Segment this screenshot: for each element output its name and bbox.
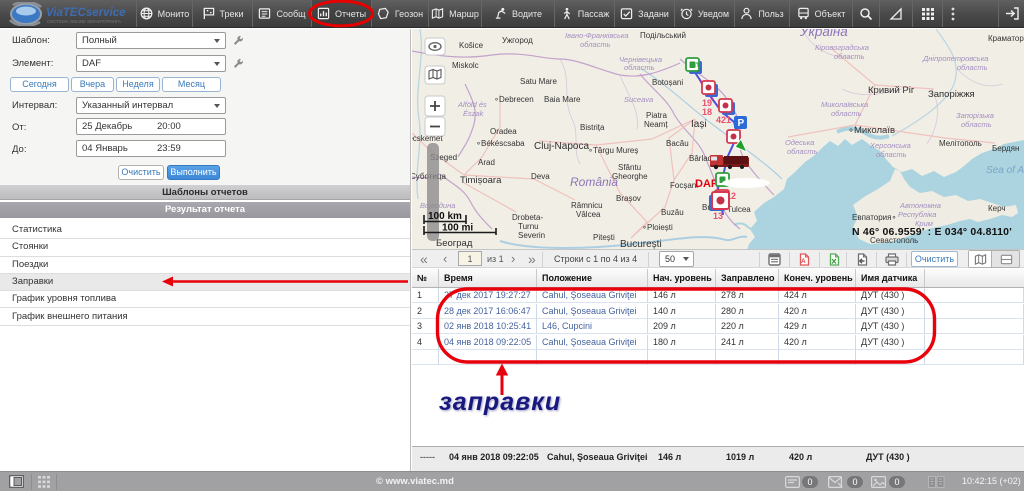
svg-text:Botoșani: Botoșani <box>652 78 683 87</box>
svg-text:область: область <box>831 109 862 118</box>
svg-text:Timișoara: Timișoara <box>460 175 502 186</box>
svg-text:DAF: DAF <box>695 178 718 190</box>
svg-text:Észak: Észak <box>463 109 485 118</box>
svg-text:Pitești: Pitești <box>593 233 615 242</box>
svg-text:Brașov: Brașov <box>616 194 641 203</box>
svg-text:Україна: Україна <box>799 29 848 39</box>
svg-text:Ужгород: Ужгород <box>502 36 533 45</box>
svg-text:Краматор: Краматор <box>988 34 1024 43</box>
svg-text:∘Ploiești: ∘Ploiești <box>642 223 673 232</box>
svg-text:Neamț: Neamț <box>644 120 668 129</box>
svg-text:421: 421 <box>716 115 731 125</box>
svg-text:Sea of A: Sea of A <box>986 165 1024 176</box>
svg-text:A: A <box>801 258 806 265</box>
svg-text:Baia Mare: Baia Mare <box>544 95 581 104</box>
svg-text:N 46° 06.9559' : E 034° 04.811: N 46° 06.9559' : E 034° 04.8110' <box>852 226 1012 238</box>
svg-text:Drobeta-: Drobeta- <box>512 213 543 222</box>
svg-text:Iași: Iași <box>691 119 707 130</box>
svg-text:Buzău: Buzău <box>661 208 684 217</box>
svg-text:Bistrița: Bistrița <box>580 123 605 132</box>
svg-text:100 km: 100 km <box>428 211 462 222</box>
svg-text:Автономна: Автономна <box>899 201 941 210</box>
svg-text:13: 13 <box>713 211 723 221</box>
svg-text:Bacău: Bacău <box>666 139 689 148</box>
svg-text:область: область <box>957 63 988 72</box>
svg-text:România: România <box>570 175 618 189</box>
svg-text:Košice: Košice <box>459 41 484 50</box>
svg-text:Одеська: Одеська <box>785 138 814 147</box>
svg-text:18: 18 <box>702 107 712 117</box>
svg-text:Миколаївська: Миколаївська <box>821 100 868 109</box>
svg-text:Tulcea: Tulcea <box>727 205 751 214</box>
svg-text:∘Debrecen: ∘Debrecen <box>494 95 534 104</box>
svg-text:Республіка: Республіка <box>898 210 936 219</box>
svg-text:∘Миколаїв: ∘Миколаїв <box>848 125 895 136</box>
svg-text:СИСТЕМА ONLINE МОНИТОРИНГА: СИСТЕМА ONLINE МОНИТОРИНГА <box>47 19 121 24</box>
svg-text:Дніпропетровська: Дніпропетровська <box>922 54 988 63</box>
svg-text:Cluj-Napoca: Cluj-Napoca <box>534 141 589 152</box>
svg-text:Alföld és: Alföld és <box>457 100 487 109</box>
svg-text:∘Târgu Mureș: ∘Târgu Mureș <box>588 146 638 155</box>
svg-text:Deva: Deva <box>531 172 550 181</box>
svg-text:Focșani: Focșani <box>670 181 698 190</box>
svg-text:București: București <box>620 239 662 249</box>
svg-text:Piatra: Piatra <box>646 111 667 120</box>
svg-text:100 mi: 100 mi <box>442 223 473 234</box>
svg-text:область: область <box>961 120 992 129</box>
svg-text:Кіровоградська: Кіровоградська <box>815 43 869 52</box>
svg-text:Мелітополь: Мелітополь <box>939 139 982 148</box>
svg-text:область: область <box>580 40 611 49</box>
svg-text:∘Békéscsaba: ∘Békéscsaba <box>476 139 525 148</box>
svg-text:Vâlcea: Vâlcea <box>576 210 601 219</box>
svg-text:область: область <box>624 63 655 72</box>
svg-text:Oradea: Oradea <box>490 127 517 136</box>
svg-text:Arad: Arad <box>478 158 495 167</box>
svg-text:Severin: Severin <box>518 231 545 240</box>
svg-text:Turnu: Turnu <box>518 222 539 231</box>
svg-text:Bârlad: Bârlad <box>689 154 712 163</box>
svg-text:Râmnicu: Râmnicu <box>571 201 603 210</box>
svg-text:Керч: Керч <box>988 204 1006 213</box>
svg-text:Кривий Ріг: Кривий Ріг <box>868 85 915 96</box>
svg-text:Подільський: Подільський <box>640 31 686 40</box>
svg-text:ViaTECservice: ViaTECservice <box>46 7 126 19</box>
svg-text:область: область <box>787 147 818 156</box>
svg-text:Запорізька: Запорізька <box>956 111 994 120</box>
svg-text:Бердян: Бердян <box>992 144 1019 153</box>
svg-text:Suceava: Suceava <box>624 95 653 104</box>
svg-text:Івано-Франківська: Івано-Франківська <box>565 31 629 40</box>
svg-text:Евпатория∘: Евпатория∘ <box>852 213 896 222</box>
svg-text:Sfântu: Sfântu <box>618 163 641 172</box>
svg-text:Београд: Београд <box>436 238 473 249</box>
svg-text:область: область <box>876 150 907 159</box>
svg-text:Херсонська: Херсонська <box>869 141 911 150</box>
svg-text:Miskolc: Miskolc <box>452 61 479 70</box>
svg-text:Запоріжжя: Запоріжжя <box>928 89 975 100</box>
svg-text:область: область <box>834 52 865 61</box>
svg-text:Satu Mare: Satu Mare <box>520 77 557 86</box>
svg-text:P: P <box>738 118 745 129</box>
